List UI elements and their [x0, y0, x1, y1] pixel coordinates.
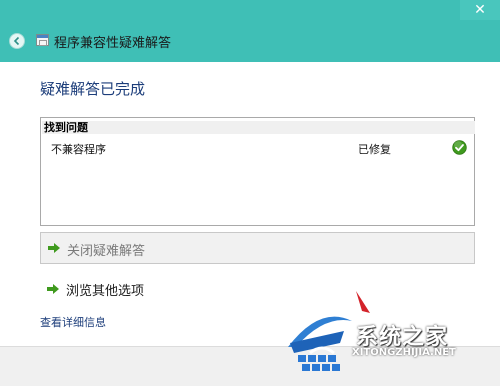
explore-options-label: 浏览其他选项: [66, 284, 145, 299]
back-button[interactable]: [9, 33, 25, 49]
explore-options-command[interactable]: 浏览其他选项: [40, 278, 240, 300]
results-panel: 找到问题 不兼容程序 已修复: [40, 117, 475, 226]
problem-name: 不兼容程序: [51, 143, 106, 156]
problem-status: 已修复: [358, 143, 391, 156]
watermark-text-en: XITONGZHIJIA.NET: [352, 347, 456, 358]
page-heading: 疑难解答已完成: [40, 80, 146, 98]
green-arrow-icon: [48, 243, 60, 253]
window-title: 程序兼容性疑难解答: [54, 36, 172, 51]
title-bar: ✕ 程序兼容性疑难解答: [0, 0, 500, 62]
watermark: 系统之家 XITONGZHIJIA.NET: [280, 285, 500, 386]
troubleshooter-icon: [36, 34, 49, 46]
window-close-button[interactable]: ✕: [460, 0, 500, 20]
green-arrow-icon: [47, 284, 59, 294]
close-troubleshooter-command[interactable]: 关闭疑难解答: [40, 232, 475, 264]
close-troubleshooter-label: 关闭疑难解答: [67, 244, 146, 259]
back-arrow-icon: [13, 36, 20, 46]
check-icon: [452, 140, 467, 155]
results-header: 找到问题: [42, 121, 475, 134]
view-details-link[interactable]: 查看详细信息: [40, 314, 106, 330]
